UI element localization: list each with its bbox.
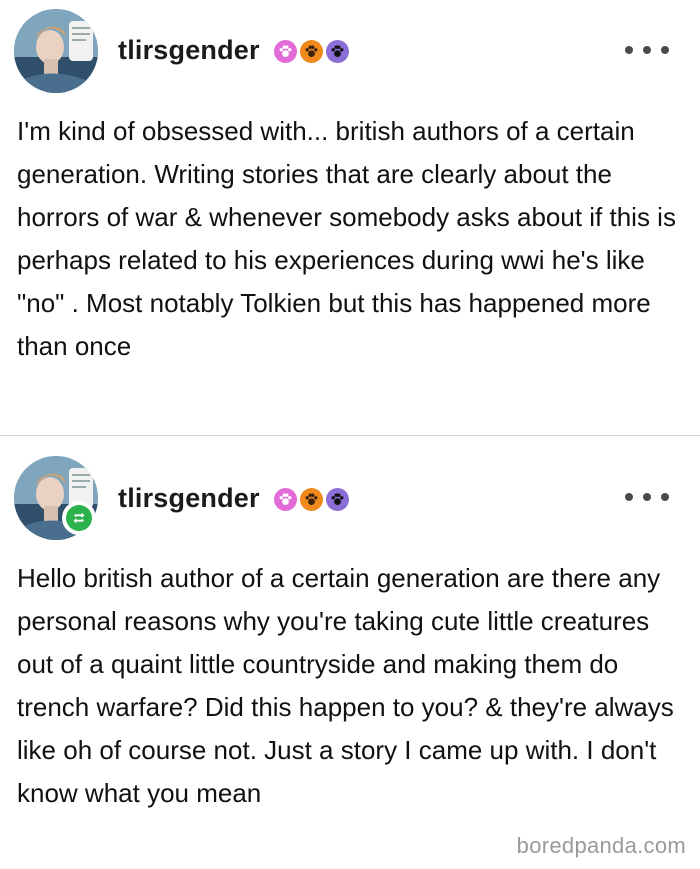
pink-paw-badge-icon[interactable] [274, 488, 297, 511]
more-dot-icon [625, 46, 633, 54]
purple-paw-badge-icon[interactable] [326, 488, 349, 511]
more-dot-icon [661, 493, 669, 501]
more-dot-icon [661, 46, 669, 54]
post-header: tlirsgender [0, 0, 700, 100]
username[interactable]: tlirsgender [118, 35, 260, 66]
more-dot-icon [625, 493, 633, 501]
orange-paw-badge-icon[interactable] [300, 488, 323, 511]
post-body: I'm kind of obsessed with... british aut… [17, 116, 676, 361]
orange-paw-badge-icon[interactable] [300, 40, 323, 63]
avatar[interactable] [14, 9, 98, 93]
more-dot-icon [643, 46, 651, 54]
watermark: boredpanda.com [516, 833, 686, 858]
more-options-button[interactable] [625, 487, 669, 507]
reblog-icon [66, 505, 92, 531]
more-options-button[interactable] [625, 40, 669, 60]
badge-group [274, 40, 349, 63]
username[interactable]: tlirsgender [118, 483, 260, 514]
post-header: tlirsgender [0, 437, 700, 540]
post-body: Hello british author of a certain genera… [17, 563, 674, 808]
pink-paw-badge-icon[interactable] [274, 40, 297, 63]
post-reblog: tlirsgender Hello british author of a ce… [0, 437, 700, 869]
badge-group [274, 488, 349, 511]
purple-paw-badge-icon[interactable] [326, 40, 349, 63]
post-original: tlirsgender I'm kind of obsessed with...… [0, 0, 700, 436]
more-dot-icon [643, 493, 651, 501]
reblog-badge [62, 501, 96, 535]
